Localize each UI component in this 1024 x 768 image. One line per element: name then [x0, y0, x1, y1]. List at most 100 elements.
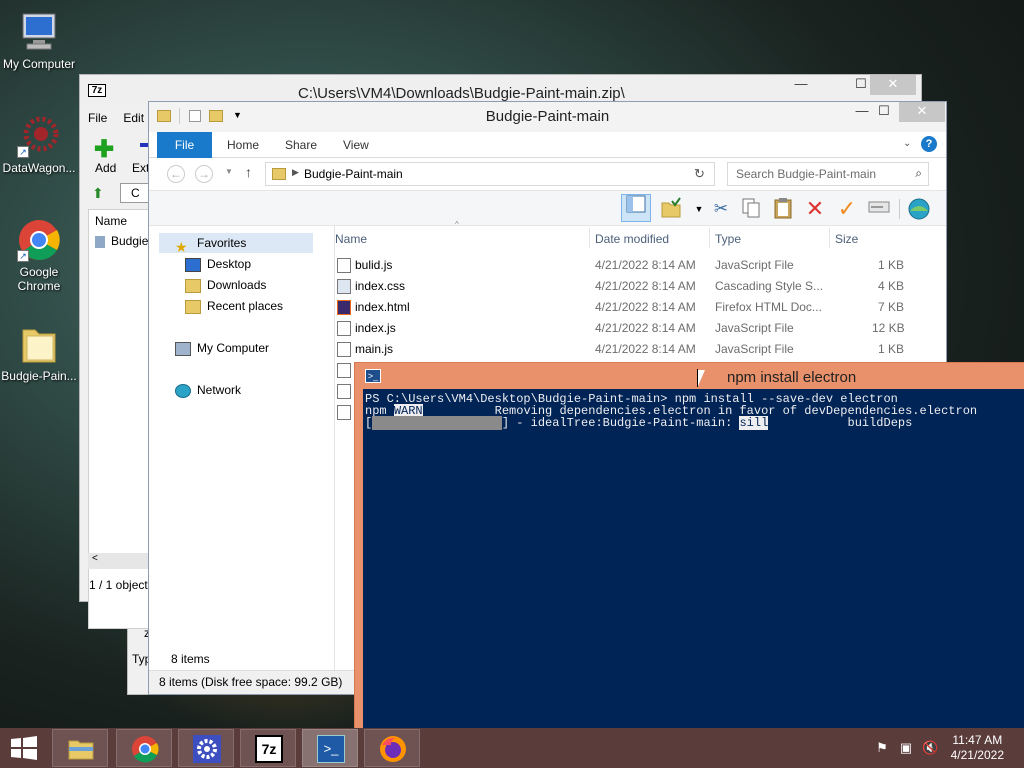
up-arrow-icon[interactable]: ↑ [245, 164, 252, 180]
ribbon-expand-icon[interactable]: ⌄ [903, 138, 911, 149]
shortcut-arrow-icon: ↗ [17, 250, 29, 262]
delete-icon[interactable]: ✕ [803, 197, 827, 221]
explorer-titlebar[interactable]: ▼ Budgie-Paint-main — ☐ ✕ [149, 102, 946, 132]
scroll-left-icon[interactable]: < [92, 553, 98, 564]
menu-edit[interactable]: Edit [123, 111, 144, 125]
file-size: 1 KB [878, 342, 905, 356]
properties-check-icon[interactable] [659, 197, 683, 221]
file-date: 4/21/2022 8:14 AM [595, 279, 696, 293]
file-name: index.css [355, 279, 406, 293]
taskbar-chrome[interactable] [116, 729, 172, 767]
nav-network[interactable]: Network [175, 380, 241, 400]
js-file-icon [337, 258, 351, 273]
item-count: 8 items [171, 652, 210, 666]
chevron-down-icon[interactable]: ▼ [687, 197, 711, 221]
taskbar-powershell[interactable]: >_ [302, 729, 358, 767]
network-tray-icon[interactable]: ▣ [898, 740, 914, 756]
rename-check-icon[interactable]: ✓ [835, 197, 859, 221]
nav-desktop[interactable]: Desktop [185, 254, 251, 274]
nav-downloads[interactable]: Downloads [185, 275, 266, 295]
tab-view[interactable]: View [343, 132, 369, 158]
explorer-icon [67, 735, 95, 763]
computer-icon [175, 341, 191, 356]
recent-locations-icon[interactable]: ▼ [225, 167, 233, 176]
preview-pane-icon[interactable] [621, 194, 651, 222]
address-bar[interactable]: ▶ Budgie-Paint-main ↻ [265, 162, 715, 186]
action-center-flag-icon[interactable]: ⚑ [874, 740, 890, 756]
column-header-date[interactable]: Date modified [595, 228, 669, 250]
list-header-name[interactable]: Name [95, 214, 127, 228]
column-header-name[interactable]: Name [335, 228, 367, 250]
clock-date: 4/21/2022 [950, 748, 1004, 762]
desktop-icon-label: My Computer [2, 57, 76, 71]
console-output[interactable]: PS C:\Users\VM4\Desktop\Budgie-Paint-mai… [363, 389, 1024, 729]
close-button[interactable]: ✕ [899, 102, 945, 122]
column-header-type[interactable]: Type [715, 228, 741, 250]
volume-muted-icon[interactable]: 🔇 [922, 740, 938, 756]
column-divider[interactable] [829, 228, 830, 248]
windows-start-icon[interactable] [10, 736, 38, 760]
desktop-icon-label: DataWagon... [2, 161, 76, 175]
column-divider[interactable] [589, 228, 590, 248]
file-row[interactable]: index.css 4/21/2022 8:14 AM Cascading St… [335, 276, 946, 297]
breadcrumb[interactable]: Budgie-Paint-main [304, 167, 403, 181]
refresh-icon[interactable]: ↻ [694, 166, 705, 182]
taskbar-7zip[interactable]: 7z [240, 729, 296, 767]
file-type: JavaScript File [715, 321, 794, 335]
search-placeholder: Search Budgie-Paint-main [736, 167, 877, 181]
menu-file[interactable]: File [88, 111, 107, 125]
close-button[interactable]: ✕ [870, 75, 916, 95]
taskbar-explorer[interactable] [52, 729, 108, 767]
network-globe-icon[interactable] [907, 197, 931, 221]
list-item[interactable]: Budgie [111, 234, 148, 248]
file-row[interactable]: main.js 4/21/2022 8:14 AM JavaScript Fil… [335, 339, 946, 360]
firefox-icon [379, 735, 407, 763]
file-type: Cascading Style S... [715, 279, 824, 293]
file-type: JavaScript File [715, 258, 794, 272]
tab-share[interactable]: Share [285, 132, 317, 158]
add-button[interactable]: Add [95, 161, 116, 175]
file-row[interactable]: bulid.js 4/21/2022 8:14 AM JavaScript Fi… [335, 255, 946, 276]
folder-icon [272, 168, 286, 180]
minimize-button[interactable]: — [788, 75, 814, 95]
sevenzip-path-box[interactable]: C [120, 183, 150, 203]
file-row[interactable]: index.js 4/21/2022 8:14 AM JavaScript Fi… [335, 318, 946, 339]
search-icon[interactable]: ⌕ [915, 166, 922, 181]
navigation-pane[interactable]: ★ Favorites Desktop Downloads Recent plac… [149, 226, 335, 672]
toolbar: ▼ ✂ ✕ ✓ [149, 190, 946, 226]
nav-favorites[interactable]: ★ Favorites [159, 233, 313, 255]
downloads-folder-icon [185, 278, 201, 293]
column-divider[interactable] [709, 228, 710, 248]
horizontal-scrollbar[interactable]: < [88, 553, 150, 569]
copy-icon[interactable] [739, 197, 763, 221]
taskbar-firefox[interactable] [364, 729, 420, 767]
paste-icon[interactable] [771, 197, 795, 221]
nav-recent-places[interactable]: Recent places [185, 296, 283, 316]
sevenzip-status: 1 / 1 object [89, 578, 148, 592]
powershell-window[interactable]: >_ npm install electron PS C:\Users\VM4\… [354, 362, 1024, 730]
column-header-size[interactable]: Size [835, 228, 858, 250]
desktop-icon-datawagon[interactable]: ↗ DataWagon... [0, 114, 78, 175]
forward-icon[interactable]: → [195, 165, 213, 183]
mouse-cursor [697, 369, 705, 387]
taskbar-settings[interactable] [178, 729, 234, 767]
cut-icon[interactable]: ✂ [709, 197, 733, 221]
file-type: JavaScript File [715, 342, 794, 356]
desktop-icon-budgie-folder[interactable]: Budgie-Pain... [0, 322, 78, 383]
file-date: 4/21/2022 8:14 AM [595, 300, 696, 314]
system-clock[interactable]: 11:47 AM 4/21/2022 [951, 733, 1004, 763]
search-input[interactable]: Search Budgie-Paint-main ⌕ [727, 162, 929, 186]
nav-my-computer[interactable]: My Computer [175, 338, 269, 358]
drive-icon[interactable] [867, 197, 891, 221]
desktop-icon-chrome[interactable]: ↗ Google Chrome [0, 218, 78, 293]
tab-file[interactable]: File [157, 132, 212, 158]
help-icon[interactable]: ? [921, 136, 937, 152]
up-folder-icon[interactable]: ⬆ [92, 185, 104, 202]
file-date: 4/21/2022 8:14 AM [595, 258, 696, 272]
maximize-button[interactable]: ☐ [871, 102, 897, 122]
breadcrumb-arrow-icon[interactable]: ▶ [292, 167, 299, 178]
back-icon[interactable]: ← [167, 165, 185, 183]
file-row[interactable]: index.html 4/21/2022 8:14 AM Firefox HTM… [335, 297, 946, 318]
desktop-icon-my-computer[interactable]: My Computer [0, 10, 78, 71]
tab-home[interactable]: Home [227, 132, 259, 158]
